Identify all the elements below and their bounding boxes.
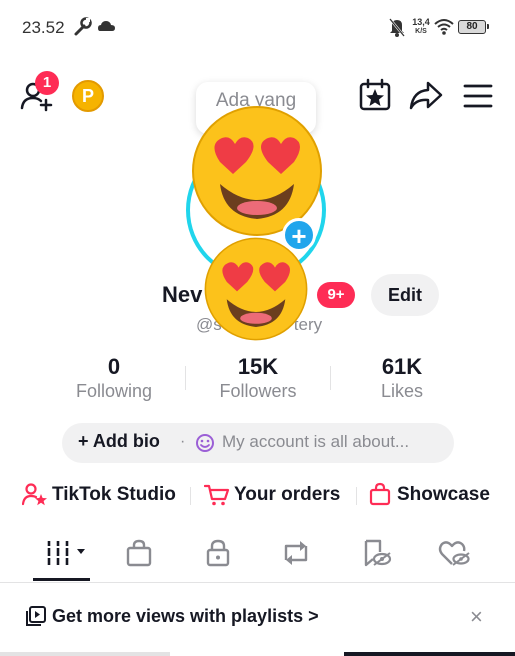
menu-icon[interactable] — [462, 82, 494, 110]
followers-count[interactable]: 15K — [198, 354, 318, 380]
friends-badge: 1 — [35, 71, 59, 95]
followers-label[interactable]: Followers — [188, 381, 328, 402]
mute-bell-icon — [389, 18, 405, 37]
playlist-icon — [26, 606, 46, 626]
videos-grid-tab-icon[interactable] — [44, 538, 90, 568]
bottom-dark-bar — [344, 652, 515, 656]
wrench-icon — [74, 17, 92, 36]
bio-separator: · — [180, 433, 186, 450]
add-bio-button[interactable]: + Add bio — [78, 431, 160, 452]
calendar-star-icon[interactable] — [358, 78, 392, 112]
tiktok-studio-link[interactable]: TikTok Studio — [52, 484, 176, 506]
stat-divider — [185, 366, 186, 390]
battery-indicator: 80 — [458, 20, 489, 34]
likes-count[interactable]: 61K — [342, 354, 462, 380]
creator-star-icon — [22, 483, 47, 506]
bottom-divider — [0, 652, 170, 656]
playlist-banner[interactable]: Get more views with playlists > — [52, 606, 319, 627]
active-tab-indicator — [33, 578, 90, 581]
shopping-bag-icon — [369, 482, 391, 506]
cloud-icon — [98, 21, 115, 31]
shop-bag-tab-icon[interactable] — [124, 538, 154, 568]
repost-tab-icon[interactable] — [280, 538, 312, 568]
coin-icon[interactable]: P — [72, 80, 104, 112]
lock-tab-icon[interactable] — [203, 538, 233, 568]
edit-profile-button[interactable]: Edit — [371, 274, 439, 316]
following-label[interactable]: Following — [44, 381, 184, 402]
smile-icon — [196, 434, 214, 452]
likes-label[interactable]: Likes — [332, 381, 472, 402]
stat-divider — [330, 366, 331, 390]
notification-badge[interactable]: 9+ — [317, 282, 355, 308]
cart-icon — [204, 484, 230, 506]
status-time: 23.52 — [22, 18, 65, 37]
link-divider — [356, 487, 357, 505]
following-count[interactable]: 0 — [54, 354, 174, 380]
your-orders-link[interactable]: Your orders — [234, 484, 340, 506]
net-speed: 13,4 K/S — [412, 17, 430, 36]
favorites-hidden-tab-icon[interactable] — [360, 538, 392, 568]
share-icon[interactable] — [408, 80, 444, 112]
liked-hidden-tab-icon[interactable] — [438, 538, 470, 568]
heart-eyes-emoji-icon — [204, 237, 308, 341]
close-banner-button[interactable]: × — [470, 604, 483, 630]
tab-separator — [0, 582, 515, 583]
link-divider — [190, 487, 191, 505]
bio-placeholder[interactable]: My account is all about... — [222, 432, 409, 452]
showcase-link[interactable]: Showcase — [397, 484, 490, 506]
wifi-icon — [434, 19, 454, 35]
